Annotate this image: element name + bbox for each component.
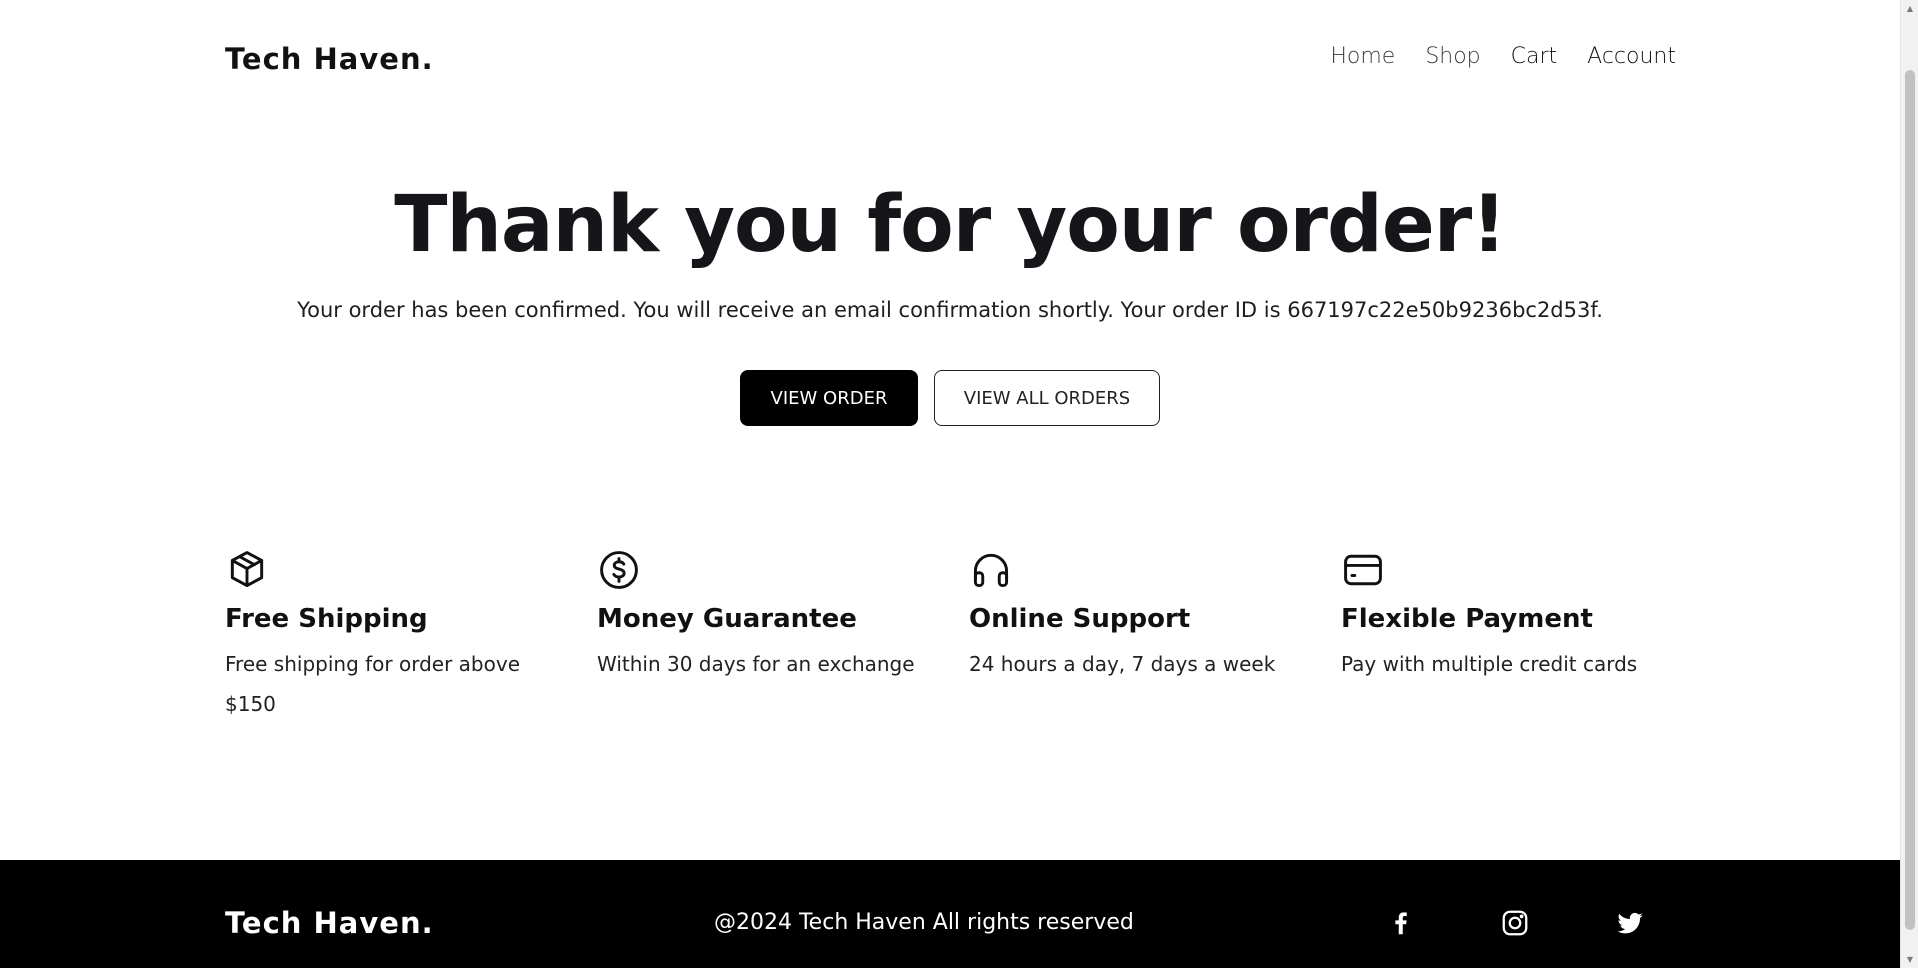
feature-title: Money Guarantee [597,604,857,634]
feature-money-guarantee: Money Guarantee Within 30 days for an ex… [597,548,927,684]
feature-title: Online Support [969,604,1191,634]
page-title: Thank you for your order! [394,180,1507,270]
scroll-down-arrow-icon[interactable]: ▼ [1901,951,1918,968]
twitter-icon[interactable] [1615,908,1645,938]
feature-title: Free Shipping [225,604,428,634]
facebook-icon[interactable] [1386,908,1416,938]
nav-account-link[interactable]: Account [1587,44,1676,69]
headphones-icon [969,548,1013,592]
main-nav: Home Shop Cart Account [1330,44,1676,69]
footer-brand-logo[interactable]: Tech Haven. [225,906,434,940]
feature-description: Within 30 days for an exchange [597,652,915,676]
order-confirmation-message: Your order has been confirmed. You will … [297,298,1603,322]
dollar-circle-icon [597,548,641,592]
scrollbar-thumb[interactable] [1905,70,1915,930]
view-order-button[interactable]: VIEW ORDER [740,370,918,426]
view-all-orders-button[interactable]: VIEW ALL ORDERS [934,370,1160,426]
feature-online-support: Online Support 24 hours a day, 7 days a … [969,548,1299,684]
feature-description: 24 hours a day, 7 days a week [969,652,1276,676]
nav-shop-link[interactable]: Shop [1425,44,1480,69]
nav-cart-link[interactable]: Cart [1511,44,1558,69]
instagram-icon[interactable] [1500,908,1530,938]
features-section: Free Shipping Free shipping for order ab… [225,548,1675,728]
feature-title: Flexible Payment [1341,604,1593,634]
copyright-text: @2024 Tech Haven All rights reserved [714,910,1134,935]
nav-home-link[interactable]: Home [1330,44,1395,69]
feature-description: Free shipping for order above $150 [225,652,520,716]
feature-description: Pay with multiple credit cards [1341,652,1638,676]
vertical-scrollbar[interactable]: ▲ ▼ [1900,0,1918,968]
package-icon [225,548,269,592]
brand-logo[interactable]: Tech Haven. [225,42,434,76]
feature-free-shipping: Free Shipping Free shipping for order ab… [225,548,555,724]
credit-card-icon [1341,548,1385,592]
site-header: Tech Haven. Home Shop Cart Account [0,0,1900,118]
feature-flexible-payment: Flexible Payment Pay with multiple credi… [1341,548,1671,684]
site-footer: Tech Haven. @2024 Tech Haven All rights … [0,860,1900,968]
page: Tech Haven. Home Shop Cart Account Thank… [0,0,1900,968]
scroll-up-arrow-icon[interactable]: ▲ [1901,0,1918,17]
order-actions: VIEW ORDER VIEW ALL ORDERS [740,370,1160,426]
